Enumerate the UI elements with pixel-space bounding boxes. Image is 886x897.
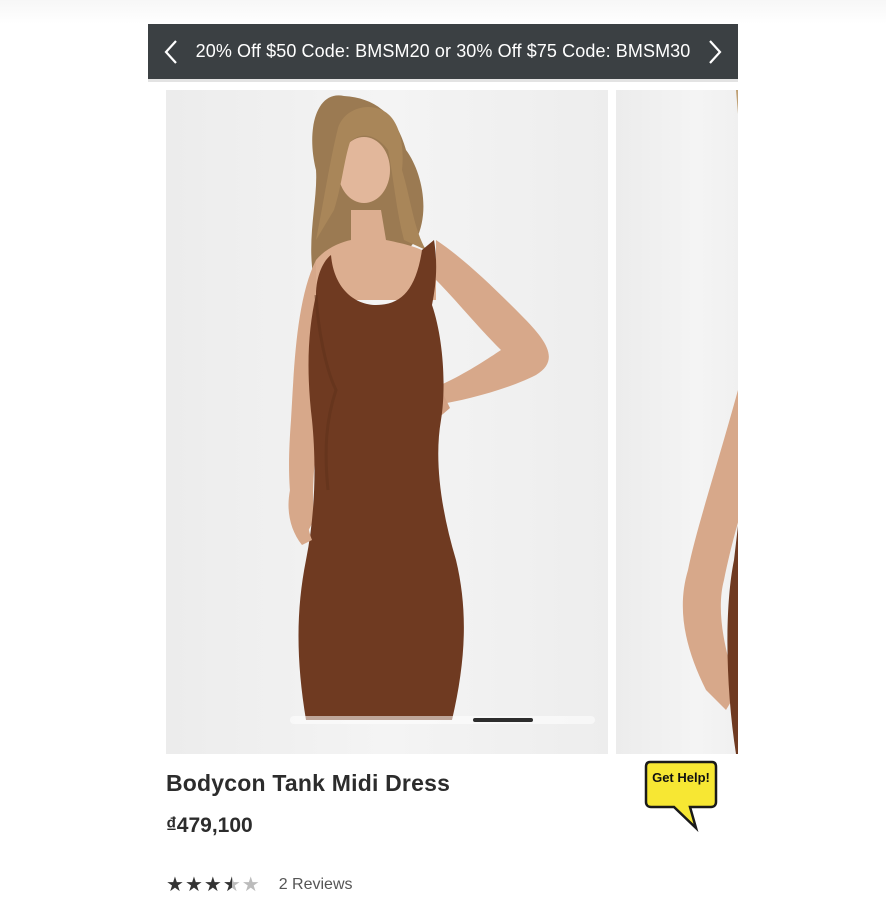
star-rating-icon: ★★★★★★ <box>166 874 261 896</box>
model-illustration-partial <box>682 90 738 754</box>
top-shadow <box>0 0 886 24</box>
product-price: ₫479,100 <box>166 814 253 837</box>
chevron-left-icon[interactable] <box>158 38 186 66</box>
get-help-button[interactable]: Get Help! <box>644 758 718 834</box>
gallery-scroll-thumb[interactable] <box>473 718 533 722</box>
reviews-link[interactable]: 2 Reviews <box>279 876 353 894</box>
product-title: Bodycon Tank Midi Dress <box>166 770 451 796</box>
product-image-main[interactable] <box>166 90 608 754</box>
product-image-next[interactable] <box>616 90 738 754</box>
model-illustration <box>288 95 549 720</box>
gallery-scroll-indicator[interactable] <box>290 716 595 724</box>
promo-banner: 20% Off $50 Code: BMSM20 or 30% Off $75 … <box>148 24 738 82</box>
product-image-gallery[interactable] <box>166 90 738 754</box>
chevron-right-icon[interactable] <box>700 38 728 66</box>
product-rating[interactable]: ★★★★★★ 2 Reviews <box>166 872 353 897</box>
promo-text[interactable]: 20% Off $50 Code: BMSM20 or 30% Off $75 … <box>196 41 691 62</box>
get-help-label: Get Help! <box>652 770 710 785</box>
